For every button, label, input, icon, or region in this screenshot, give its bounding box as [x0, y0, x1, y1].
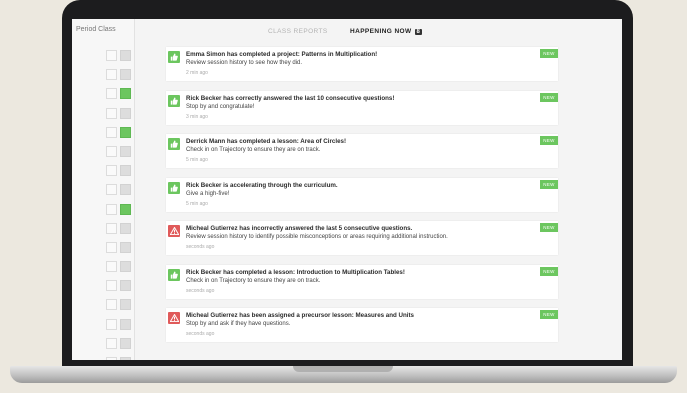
student-status-square[interactable]	[106, 165, 117, 177]
warning-icon	[168, 312, 180, 324]
feed-card[interactable]: Emma Simon has completed a project: Patt…	[166, 47, 558, 81]
student-status-square[interactable]	[106, 145, 117, 157]
student-status-square[interactable]	[120, 165, 131, 177]
laptop-notch	[293, 366, 393, 372]
feed-card-message: Stop by and ask if they have questions.	[186, 321, 291, 327]
feed-card-title: Micheal Gutierrez has incorrectly answer…	[186, 225, 413, 232]
feed-card-timestamp: 5 min ago	[186, 200, 208, 207]
feed-card-message: Review session history to identify possi…	[186, 234, 448, 240]
thumbs-up-icon	[168, 138, 180, 150]
student-status-square[interactable]	[106, 184, 117, 196]
feed-card[interactable]: Rick Becker is accelerating through the …	[166, 177, 558, 212]
student-status-square[interactable]	[120, 222, 131, 234]
student-status-square[interactable]	[120, 107, 131, 119]
student-status-square[interactable]	[120, 280, 131, 292]
thumbs-up-icon	[168, 94, 180, 107]
student-status-square[interactable]	[106, 337, 117, 349]
new-badge: NEW	[540, 223, 558, 232]
student-status-square[interactable]	[120, 184, 131, 196]
new-badge: NEW	[540, 49, 558, 58]
student-status-square[interactable]	[120, 203, 131, 215]
feed-card-timestamp: seconds ago	[186, 287, 215, 294]
feed-card-title: Rick Becker has correctly answered the l…	[186, 94, 395, 102]
feed-card-title: Derrick Mann has completed a lesson: Are…	[186, 138, 347, 145]
feed-card-title: Rick Becker has completed a lesson: Intr…	[186, 268, 405, 276]
feed-card-message: Check in on Trajectory to ensure they ar…	[186, 277, 321, 284]
student-status-square[interactable]	[106, 318, 117, 330]
feed-card-timestamp: seconds ago	[186, 331, 215, 337]
new-badge: NEW	[540, 136, 558, 145]
student-status-column-right	[120, 50, 132, 360]
tab-happening-now-label: HAPPENING NOW	[350, 28, 412, 35]
student-status-square[interactable]	[106, 126, 117, 138]
student-status-square[interactable]	[120, 126, 131, 138]
feed-card[interactable]: Micheal Gutierrez has been assigned a pr…	[166, 308, 558, 342]
student-status-square[interactable]	[106, 222, 117, 234]
feed-card-title: Micheal Gutierrez has been assigned a pr…	[186, 312, 414, 319]
new-badge: NEW	[540, 266, 558, 276]
feed-card[interactable]: Rick Becker has completed a lesson: Intr…	[166, 264, 558, 299]
student-status-square[interactable]	[106, 299, 117, 311]
feed-card-title: Emma Simon has completed a project: Patt…	[186, 51, 378, 58]
student-status-square[interactable]	[120, 50, 131, 61]
student-status-square[interactable]	[106, 69, 117, 81]
new-badge: NEW	[540, 310, 558, 319]
student-status-square[interactable]	[120, 69, 131, 81]
student-status-square[interactable]	[120, 145, 131, 157]
student-status-square[interactable]	[106, 50, 117, 61]
student-status-square[interactable]	[106, 88, 117, 100]
sidebar-title: Period Class	[76, 26, 116, 33]
new-badge: NEW	[540, 92, 558, 102]
feed-card-timestamp: 2 min ago	[186, 70, 208, 76]
feed-card[interactable]: Derrick Mann has completed a lesson: Are…	[166, 134, 558, 168]
student-status-square[interactable]	[120, 261, 131, 273]
student-status-column-left	[106, 50, 118, 360]
student-status-square[interactable]	[106, 107, 117, 119]
class-sidebar: Period Class	[72, 19, 135, 360]
feed-card[interactable]: Rick Becker has correctly answered the l…	[166, 90, 558, 125]
feed-card-message: Check in on Trajectory to ensure they ar…	[186, 147, 321, 153]
feed-card-title: Rick Becker is accelerating through the …	[186, 181, 338, 189]
feed-card-message: Give a high-five!	[186, 190, 230, 197]
student-status-square[interactable]	[106, 280, 117, 292]
feed-card-message: Stop by and congratulate!	[186, 103, 255, 110]
student-status-square[interactable]	[120, 88, 131, 100]
new-badge: NEW	[540, 179, 558, 189]
feed-card-message: Review session history to see how they d…	[186, 60, 303, 66]
student-status-square[interactable]	[106, 357, 117, 360]
student-status-square[interactable]	[106, 203, 117, 215]
thumbs-up-icon	[168, 181, 180, 194]
tab-happening-now[interactable]: HAPPENING NOW 8	[350, 28, 423, 35]
warning-icon	[168, 225, 180, 237]
student-status-square[interactable]	[120, 241, 131, 253]
tab-bar: CLASS REPORTS HAPPENING NOW 8	[134, 19, 622, 41]
student-status-square[interactable]	[120, 357, 131, 360]
activity-feed: Emma Simon has completed a project: Patt…	[166, 47, 558, 352]
thumbs-up-icon	[168, 268, 180, 281]
student-status-square[interactable]	[106, 261, 117, 273]
student-status-square[interactable]	[120, 318, 131, 330]
feed-card-timestamp: 3 min ago	[186, 113, 208, 120]
tab-class-reports[interactable]: CLASS REPORTS	[268, 28, 328, 35]
student-status-square[interactable]	[120, 337, 131, 349]
feed-card-timestamp: 5 min ago	[186, 157, 208, 163]
student-status-square[interactable]	[106, 241, 117, 253]
student-status-square[interactable]	[120, 299, 131, 311]
feed-card[interactable]: Micheal Gutierrez has incorrectly answer…	[166, 221, 558, 255]
happening-count-badge: 8	[414, 29, 423, 35]
feed-card-timestamp: seconds ago	[186, 244, 215, 250]
thumbs-up-icon	[168, 51, 180, 63]
app-screen: Period Class CLASS REPORTS HAPPENING NOW…	[72, 19, 622, 360]
